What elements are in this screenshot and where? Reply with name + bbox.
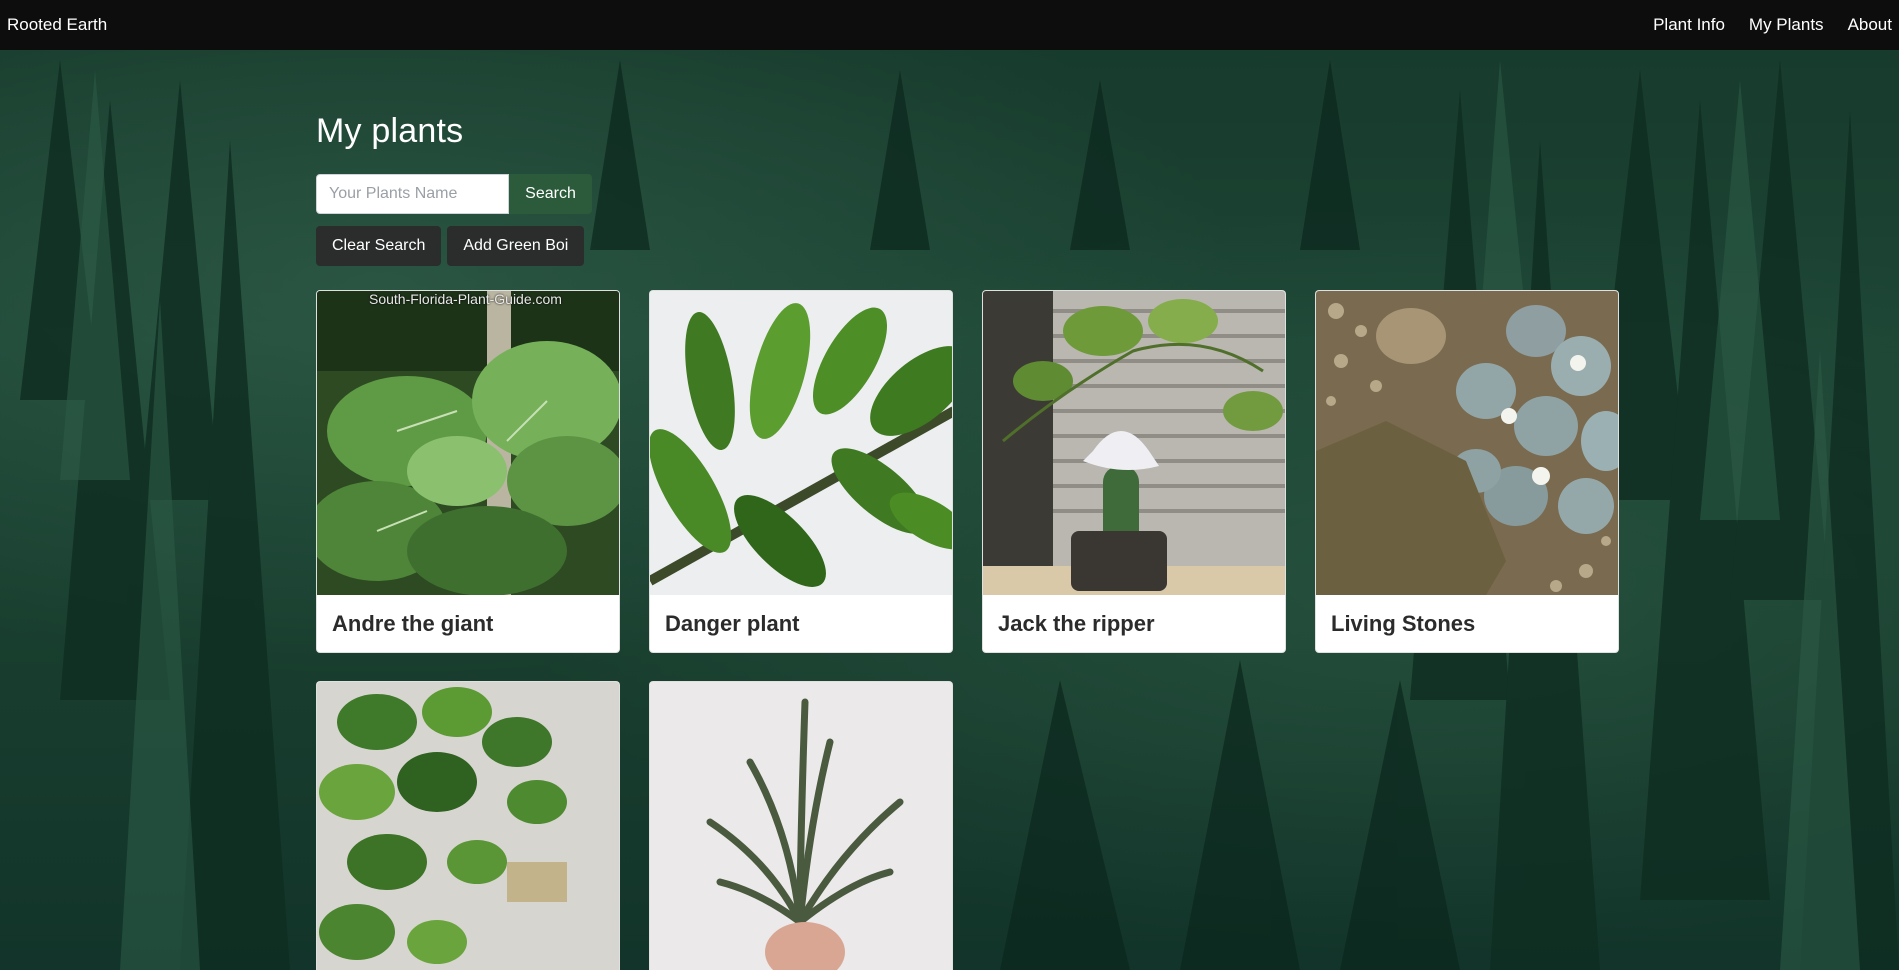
plant-card[interactable]: Danger plant xyxy=(649,290,953,653)
plant-name: Andre the giant xyxy=(332,610,494,636)
plant-name: Danger plant xyxy=(665,610,800,636)
plant-card[interactable] xyxy=(316,681,620,970)
top-navbar: Rooted Earth Plant Info My Plants About xyxy=(0,0,1899,50)
air-plant-image xyxy=(650,682,952,970)
image-watermark: South-Florida-Plant-Guide.com xyxy=(369,291,562,307)
nav-link-plant-info[interactable]: Plant Info xyxy=(1653,15,1725,35)
brand-logo[interactable]: Rooted Earth xyxy=(7,15,107,35)
cactus-image xyxy=(983,291,1285,595)
action-buttons: Clear Search Add Green Boi xyxy=(316,226,585,266)
search-button[interactable]: Search xyxy=(509,174,592,214)
elephant-ear-plant-image: South-Florida-Plant-Guide.com xyxy=(317,291,619,595)
plant-card[interactable] xyxy=(649,681,953,970)
plant-name: Jack the ripper xyxy=(998,610,1155,636)
plant-card[interactable]: Jack the ripper xyxy=(982,290,1286,653)
nav-link-my-plants[interactable]: My Plants xyxy=(1749,15,1824,35)
card-body: Jack the ripper xyxy=(983,595,1285,652)
card-body: Danger plant xyxy=(650,595,952,652)
plant-card[interactable]: Living Stones xyxy=(1315,290,1619,653)
card-body: Andre the giant xyxy=(317,595,619,652)
zz-plant-image xyxy=(650,291,952,595)
nav-links: Plant Info My Plants About xyxy=(1629,15,1892,35)
page-title: My plants xyxy=(316,112,464,150)
nav-link-about[interactable]: About xyxy=(1848,15,1892,35)
add-plant-button[interactable]: Add Green Boi xyxy=(447,226,585,266)
plant-card[interactable]: South-Florida-Plant-Guide.com Andre the … xyxy=(316,290,620,653)
clear-search-button[interactable]: Clear Search xyxy=(316,226,442,266)
card-body: Living Stones xyxy=(1316,595,1618,652)
pothos-plant-image xyxy=(317,682,619,970)
search-form: Search xyxy=(316,174,592,214)
lithops-image xyxy=(1316,291,1618,595)
search-input[interactable] xyxy=(316,174,509,214)
plant-name: Living Stones xyxy=(1331,610,1476,636)
